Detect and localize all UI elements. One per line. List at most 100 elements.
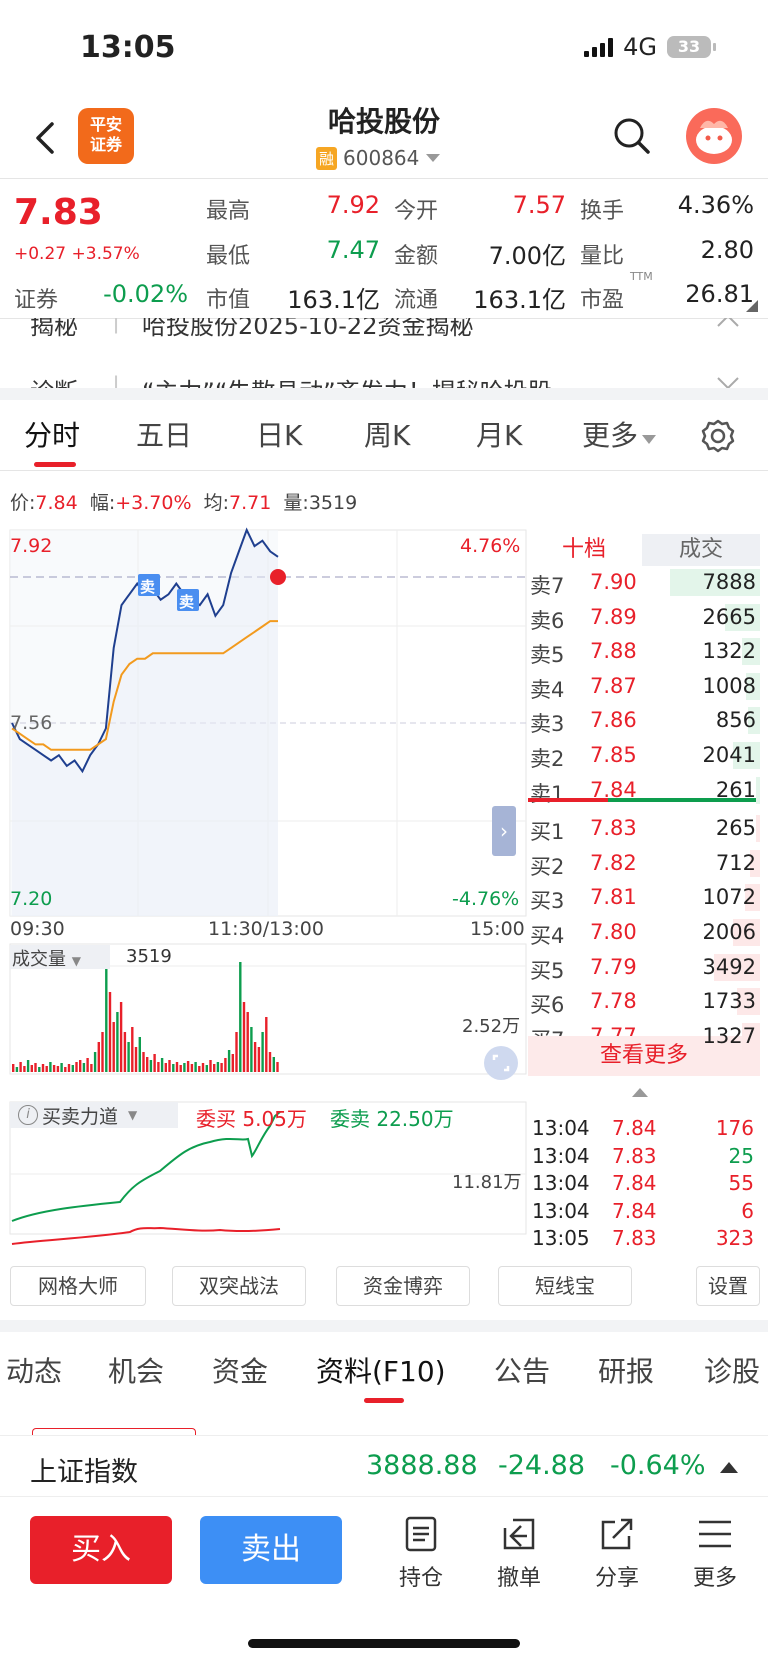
depth-bar [756, 776, 760, 804]
bid-row[interactable]: 买2 7.82 712 [528, 847, 760, 880]
tools-settings-button[interactable]: 设置 [696, 1266, 760, 1306]
collapse-up-icon[interactable] [632, 1086, 648, 1098]
share-button[interactable]: 分享 [582, 1514, 652, 1592]
grid-master-button[interactable]: 网格大师 [10, 1266, 146, 1306]
menu-icon [699, 1520, 731, 1548]
turnover-label: 换手 [580, 199, 625, 224]
ask-row[interactable]: 卖6 7.89 2665 [528, 601, 760, 634]
tab-week-k[interactable]: 周K [364, 414, 410, 454]
bid-row[interactable]: 买3 7.81 1072 [528, 881, 760, 914]
bid-row[interactable]: 买1 7.83 265 [528, 812, 760, 845]
sell-button[interactable]: 卖出 [200, 1516, 342, 1584]
index-ticker-bar[interactable]: 上证指数 3888.88 -24.88 -0.64% [0, 1435, 768, 1497]
volume-bar [231, 1054, 234, 1072]
volume-bar [235, 1032, 238, 1072]
ask-row[interactable]: 卖2 7.85 2041 [528, 739, 760, 772]
level-price: 7.85 [590, 743, 637, 767]
volume-bar [131, 1027, 134, 1072]
volume-bar [138, 1037, 141, 1072]
level-label: 买3 [530, 889, 565, 914]
caret-down-icon [426, 154, 441, 162]
volume-bar [82, 1063, 86, 1072]
volume-bar [67, 1064, 71, 1072]
ask-row[interactable]: 卖7 7.90 7888 [528, 566, 760, 599]
volume-bar [19, 1062, 22, 1072]
volume-bar [183, 1063, 186, 1072]
tab-ten-level[interactable]: 十档 [528, 534, 640, 566]
volume-bar [64, 1067, 67, 1072]
x-axis-end: 15:00 [470, 918, 525, 940]
stock-code-selector[interactable]: 融 600864 [316, 146, 441, 170]
ask-row[interactable]: 卖4 7.87 1008 [528, 670, 760, 703]
tab-f10[interactable]: 资料(F10) [316, 1350, 446, 1390]
vol-ratio-value: 2.80 [700, 236, 754, 264]
assistant-avatar-icon[interactable] [686, 108, 742, 164]
level-volume: 2041 [702, 743, 756, 767]
volume-bar [15, 1067, 19, 1072]
tab-trades[interactable]: 成交 [642, 534, 760, 566]
volume-bar [265, 1017, 268, 1072]
trade-time: 13:05 [532, 1226, 590, 1251]
tab-month-k[interactable]: 月K [476, 414, 522, 454]
tab-five-day[interactable]: 五日 [136, 414, 192, 454]
cancel-order-button[interactable]: 撤单 [484, 1514, 554, 1592]
info-icon[interactable]: i [18, 1105, 38, 1125]
zoom-icon[interactable] [484, 1046, 518, 1080]
news-row[interactable]: 揭秘 | 哈投股份2025-10-22资金揭秘 [0, 318, 768, 348]
bid-row[interactable]: 买4 7.80 2006 [528, 916, 760, 949]
volume-bar [239, 962, 242, 1072]
sector-pct: -0.02% [103, 280, 188, 308]
bid-row[interactable]: 买6 7.78 1733 [528, 985, 760, 1018]
volume-bar [164, 1063, 167, 1072]
level-label: 卖1 [530, 781, 565, 806]
fund-game-button[interactable]: 资金博弈 [336, 1266, 470, 1306]
tab-minute[interactable]: 分时 [24, 414, 80, 454]
volume-bar [209, 1060, 212, 1072]
back-icon[interactable] [26, 118, 66, 158]
volume-bar [220, 1063, 223, 1072]
double-breakout-button[interactable]: 双突战法 [172, 1266, 306, 1306]
volume-bar [246, 1012, 249, 1072]
short-line-button[interactable]: 短线宝 [498, 1266, 632, 1306]
volume-axis-max: 2.52万 [462, 1016, 521, 1037]
holdings-button[interactable]: 持仓 [386, 1514, 456, 1592]
volume-bar [93, 1052, 97, 1072]
tab-more[interactable]: 更多 [582, 414, 657, 454]
volume-bar [149, 1060, 153, 1072]
volume-indicator-selector[interactable]: 成交量 ▼ [10, 945, 110, 970]
force-indicator-selector[interactable]: i 买卖力道 ▼ [10, 1102, 178, 1128]
volume-bar [142, 1052, 145, 1072]
buy-button[interactable]: 买入 [30, 1516, 172, 1584]
volume-bar [45, 1066, 48, 1072]
volume-bar [224, 1058, 227, 1072]
expand-up-icon[interactable] [720, 1460, 738, 1474]
bottom-tab-underline [364, 1398, 404, 1403]
corner-expand-icon[interactable] [746, 300, 758, 312]
volume-bar [97, 1042, 100, 1072]
index-pct: -0.64% [610, 1450, 706, 1481]
volume-bar [276, 1062, 279, 1072]
broker-logo: 平安 证券 [78, 108, 134, 164]
ask-row[interactable]: 卖3 7.86 856 [528, 704, 760, 737]
level-volume: 1733 [702, 989, 756, 1014]
volume-bar [146, 1057, 149, 1072]
tab-day-k[interactable]: 日K [256, 414, 302, 454]
expand-panel-handle[interactable]: › [492, 806, 516, 856]
tab-research[interactable]: 研报 [598, 1350, 654, 1390]
tab-opportunity[interactable]: 机会 [108, 1350, 164, 1390]
volume-bar [23, 1066, 26, 1072]
intraday-chart[interactable] [0, 526, 528, 1256]
ask-row[interactable]: 卖5 7.88 1322 [528, 635, 760, 668]
tab-dynamics[interactable]: 动态 [6, 1350, 62, 1390]
tab-funds[interactable]: 资金 [212, 1350, 268, 1390]
open-value: 7.57 [512, 191, 566, 219]
level-label: 卖3 [530, 712, 565, 737]
trade-volume: 176 [715, 1116, 754, 1140]
tab-announcement[interactable]: 公告 [494, 1350, 550, 1390]
more-button[interactable]: 更多 [680, 1514, 750, 1592]
trade-price: 7.83 [612, 1143, 657, 1168]
bid-row[interactable]: 买5 7.79 3492 [528, 951, 760, 984]
settings-gear-icon[interactable] [700, 418, 736, 454]
search-icon[interactable] [612, 116, 652, 156]
tab-diagnosis[interactable]: 诊股 [704, 1350, 768, 1390]
